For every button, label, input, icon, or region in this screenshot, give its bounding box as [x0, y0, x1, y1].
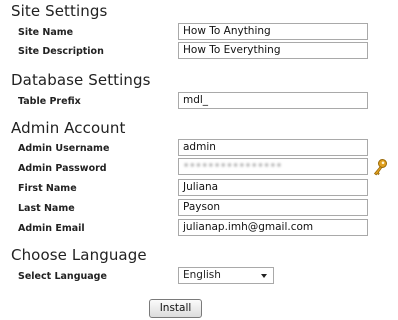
password-value: ••••••••••••••••	[183, 160, 283, 172]
site-name-field[interactable]: How To Anything	[178, 23, 368, 40]
table-prefix-field[interactable]: mdl_	[178, 92, 368, 109]
last-name-label: Last Name	[18, 203, 75, 214]
last-name-field[interactable]: Payson	[178, 199, 368, 216]
admin-username-field[interactable]: admin	[178, 139, 368, 156]
admin-account-heading: Admin Account	[11, 119, 126, 137]
admin-password-field[interactable]: ••••••••••••••••	[178, 158, 368, 175]
select-language-label: Select Language	[18, 271, 107, 282]
admin-email-field[interactable]: julianap.imh@gmail.com	[178, 219, 368, 236]
site-name-label: Site Name	[18, 27, 74, 38]
site-settings-heading: Site Settings	[11, 2, 108, 20]
site-description-field[interactable]: How To Everything	[178, 42, 368, 59]
admin-username-label: Admin Username	[18, 143, 110, 154]
language-selected-value: English	[183, 269, 221, 281]
admin-password-label: Admin Password	[18, 163, 107, 174]
choose-language-heading: Choose Language	[11, 246, 147, 264]
first-name-label: First Name	[18, 183, 77, 194]
table-prefix-label: Table Prefix	[18, 96, 81, 107]
language-select[interactable]: English	[178, 267, 274, 284]
first-name-field[interactable]: Juliana	[178, 179, 368, 196]
install-button[interactable]: Install	[149, 299, 202, 318]
site-description-label: Site Description	[18, 46, 104, 57]
database-settings-heading: Database Settings	[11, 71, 151, 89]
admin-email-label: Admin Email	[18, 223, 85, 234]
chevron-down-icon	[261, 274, 267, 278]
key-icon[interactable]	[372, 158, 388, 176]
